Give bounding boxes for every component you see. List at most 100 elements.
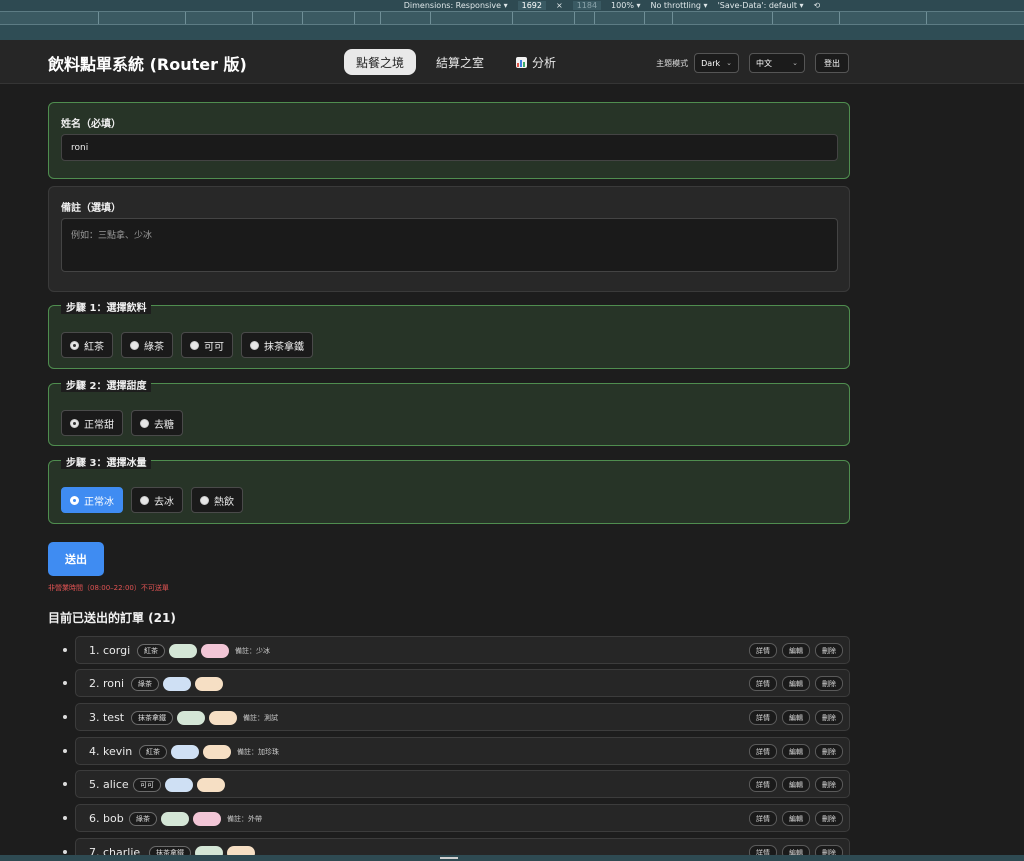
note-textarea[interactable]: 例如：三點拿、少冰 [61, 218, 838, 272]
ice-tag [197, 778, 225, 792]
radio-icon [70, 340, 79, 350]
order-name: 3. test [89, 711, 125, 724]
ice-tag [193, 812, 221, 826]
order-row: 2. roni 綠茶 詳情 編輯 刪除 [63, 669, 850, 697]
order-row: 6. bob 綠茶 備註：外帶 詳情 編輯 刪除 [63, 804, 850, 832]
tab-order[interactable]: 點餐之境 [344, 49, 417, 75]
list-bullet [63, 782, 67, 786]
logout-button[interactable]: 登出 [815, 53, 849, 73]
edit-button[interactable]: 編輯 [782, 643, 810, 658]
order-actions: 詳情 編輯 刪除 [749, 676, 843, 691]
list-bullet [63, 648, 67, 652]
order-note: 備註：加珍珠 [237, 748, 279, 756]
order-name: 4. kevin [89, 745, 133, 758]
drink-tag: 可可 [133, 778, 161, 792]
bottom-bar [0, 855, 1024, 861]
delete-button[interactable]: 刪除 [815, 643, 843, 658]
rotate-icon[interactable]: ⟲ [814, 1, 821, 10]
ice-tag [201, 644, 229, 658]
radio-icon [190, 340, 199, 350]
name-input[interactable]: roni [61, 134, 838, 161]
radio-icon [200, 495, 209, 505]
list-bullet [63, 816, 67, 820]
details-button[interactable]: 詳情 [749, 744, 777, 759]
ice-option[interactable]: 去冰 [131, 487, 183, 513]
sweetness-option[interactable]: 正常甜 [61, 410, 123, 436]
details-button[interactable]: 詳情 [749, 643, 777, 658]
submit-button[interactable]: 送出 [48, 542, 104, 576]
order-note: 備註：少冰 [235, 647, 270, 655]
delete-button[interactable]: 刪除 [815, 710, 843, 725]
theme-select[interactable]: Dark ⌄ [694, 53, 739, 73]
order-name: 2. roni [89, 677, 125, 690]
throttling-dropdown[interactable]: No throttling ▾ [650, 1, 707, 10]
order-actions: 詳情 編輯 刪除 [749, 643, 843, 658]
order-row: 1. corgi 紅茶 備註：少冰 詳情 編輯 刪除 [63, 636, 850, 664]
order-tags: 紅茶 備註：少冰 [137, 644, 270, 658]
order-tags: 紅茶 備註：加珍珠 [139, 745, 279, 759]
details-button[interactable]: 詳情 [749, 676, 777, 691]
ice-legend: 步驟 3：選擇冰量 [61, 454, 152, 469]
sweetness-tag [171, 745, 199, 759]
radio-icon [250, 340, 259, 350]
ice-tag [203, 745, 231, 759]
drink-tag: 抹茶拿鐵 [131, 711, 173, 725]
edit-button[interactable]: 編輯 [782, 811, 810, 826]
order-note: 備註：測試 [243, 714, 278, 722]
width-field[interactable]: 1692 [517, 1, 546, 10]
radio-icon [70, 418, 79, 428]
edit-button[interactable]: 編輯 [782, 676, 810, 691]
dimensions-dropdown[interactable]: Dimensions: Responsive ▾ [404, 1, 508, 10]
ice-option[interactable]: 熱飲 [191, 487, 243, 513]
theme-label: 主題模式 [656, 58, 689, 68]
edit-button[interactable]: 編輯 [782, 744, 810, 759]
height-field[interactable]: 1184 [572, 1, 602, 10]
drink-option[interactable]: 抹茶拿鐵 [241, 332, 313, 358]
resize-handle[interactable] [440, 857, 458, 859]
list-bullet [63, 681, 67, 685]
tab-checkout[interactable]: 結算之室 [424, 49, 496, 75]
edit-button[interactable]: 編輯 [782, 777, 810, 792]
ice-option[interactable]: 正常冰 [61, 487, 123, 513]
order-actions: 詳情 編輯 刪除 [749, 744, 843, 759]
order-tags: 綠茶 [131, 677, 223, 691]
delete-button[interactable]: 刪除 [815, 777, 843, 792]
radio-icon [130, 340, 139, 350]
drink-option[interactable]: 可可 [181, 332, 233, 358]
delete-button[interactable]: 刪除 [815, 744, 843, 759]
radio-icon [140, 418, 149, 428]
sweetness-tag [169, 644, 197, 658]
sweetness-option[interactable]: 去糖 [131, 410, 183, 436]
save-data-dropdown[interactable]: 'Save-Data': default ▾ [718, 1, 804, 10]
drink-option[interactable]: 紅茶 [61, 332, 113, 358]
delete-button[interactable]: 刪除 [815, 811, 843, 826]
tab-analytics[interactable]: 分析 [504, 49, 568, 75]
main-nav: 點餐之境 結算之室 分析 [344, 49, 568, 75]
details-button[interactable]: 詳情 [749, 710, 777, 725]
devtools-toolbar: Dimensions: Responsive ▾ 1692 × 1184 100… [0, 0, 1024, 40]
ice-fieldset: 步驟 3：選擇冰量 正常冰 去冰 熱飲 [48, 454, 850, 524]
drink-option[interactable]: 綠茶 [121, 332, 173, 358]
drink-legend: 步驟 1：選擇飲料 [61, 299, 152, 314]
order-name: 6. bob [89, 812, 124, 825]
delete-button[interactable]: 刪除 [815, 676, 843, 691]
language-select[interactable]: 中文 ⌄ [749, 53, 805, 73]
radio-icon [140, 495, 149, 505]
details-button[interactable]: 詳情 [749, 777, 777, 792]
drink-tag: 綠茶 [131, 677, 159, 691]
order-actions: 詳情 編輯 刪除 [749, 710, 843, 725]
details-button[interactable]: 詳情 [749, 811, 777, 826]
zoom-dropdown[interactable]: 100% ▾ [611, 1, 640, 10]
list-bullet [63, 850, 67, 854]
radio-icon [70, 495, 79, 505]
app-title: 飲料點單系統 (Router 版) [48, 55, 247, 74]
order-row: 4. kevin 紅茶 備註：加珍珠 詳情 編輯 刪除 [63, 737, 850, 765]
orders-title: 目前已送出的訂單 (21) [48, 611, 176, 625]
hours-warning: 非營業時間（08:00–22:00）不可送單 [48, 584, 169, 592]
order-tags: 抹茶拿鐵 備註：測試 [131, 711, 278, 725]
times-sign: × [555, 1, 563, 10]
order-tags: 綠茶 備註：外帶 [129, 812, 262, 826]
chevron-down-icon: ⌄ [726, 59, 732, 67]
edit-button[interactable]: 編輯 [782, 710, 810, 725]
order-row: 3. test 抹茶拿鐵 備註：測試 詳情 編輯 刪除 [63, 703, 850, 731]
